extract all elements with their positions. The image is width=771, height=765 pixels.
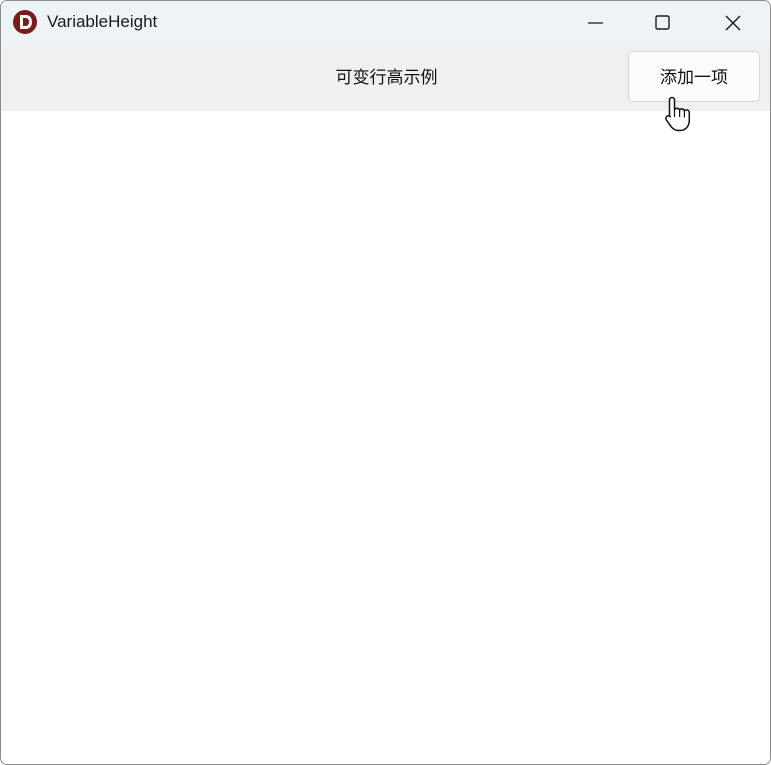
title-bar[interactable]: VariableHeight xyxy=(1,1,770,45)
minimize-button[interactable] xyxy=(561,1,631,45)
maximize-button[interactable] xyxy=(628,1,698,45)
maximize-icon xyxy=(655,15,670,30)
window-title: VariableHeight xyxy=(47,12,158,31)
minimize-icon xyxy=(588,22,603,24)
app-logo-icon xyxy=(13,10,37,34)
close-button[interactable] xyxy=(698,1,768,45)
app-window: VariableHeight 可变行高示例 添加一项 xyxy=(0,0,771,765)
toolbar: 可变行高示例 添加一项 xyxy=(1,45,770,111)
variable-height-list[interactable] xyxy=(1,111,770,764)
close-icon xyxy=(725,15,741,31)
hand-pointer-cursor-icon xyxy=(665,96,691,132)
